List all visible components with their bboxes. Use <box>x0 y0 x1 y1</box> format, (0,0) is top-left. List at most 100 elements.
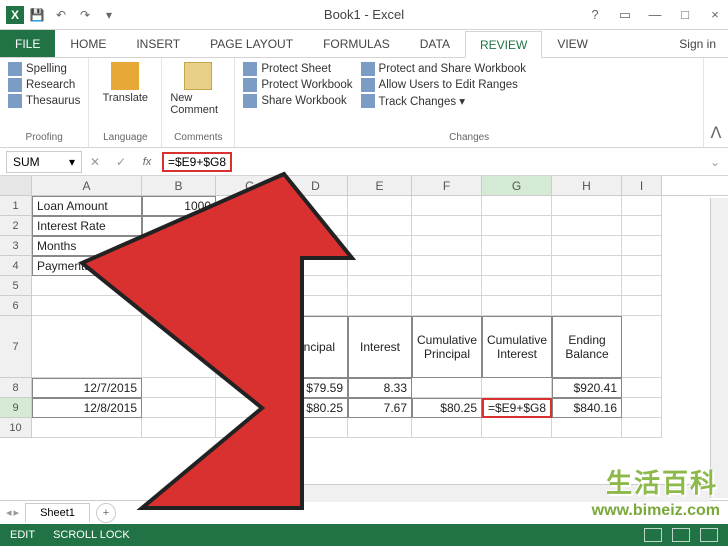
cell-H7[interactable]: Ending Balance <box>552 316 622 378</box>
sheet-nav[interactable]: ◂▸ <box>0 506 25 519</box>
page-layout-view-icon[interactable] <box>672 528 690 542</box>
cell-I1[interactable] <box>622 196 662 216</box>
cell-H9[interactable]: $840.16 <box>552 398 622 418</box>
cell-I8[interactable] <box>622 378 662 398</box>
cell-E7[interactable]: Interest <box>348 316 412 378</box>
cell-A6[interactable] <box>32 296 142 316</box>
cell-C10[interactable] <box>216 418 284 438</box>
cell-F2[interactable] <box>412 216 482 236</box>
cell-I10[interactable] <box>622 418 662 438</box>
cell-A8[interactable]: 12/7/2015 <box>32 378 142 398</box>
name-box[interactable]: SUM▾ <box>6 151 82 173</box>
cell-I7[interactable] <box>622 316 662 378</box>
formula-input[interactable]: =$E9+$G8 <box>162 152 232 172</box>
cell-F9[interactable]: $80.25 <box>412 398 482 418</box>
cell-C6[interactable] <box>216 296 284 316</box>
thesaurus-button[interactable]: Thesaurus <box>8 94 80 108</box>
cell-B9[interactable] <box>142 398 216 418</box>
cell-D9[interactable]: $80.25 <box>284 398 348 418</box>
row-header[interactable]: 8 <box>0 378 32 398</box>
cell-B1[interactable]: 1000 <box>142 196 216 216</box>
cell-E10[interactable] <box>348 418 412 438</box>
protect-workbook-button[interactable]: Protect Workbook <box>243 78 352 92</box>
cell-B2[interactable]: 10% <box>142 216 216 236</box>
cell-A4[interactable]: Payments <box>32 256 142 276</box>
vertical-scrollbar[interactable] <box>710 198 728 498</box>
row-header[interactable]: 2 <box>0 216 32 236</box>
cell-A7[interactable] <box>32 316 142 378</box>
tab-view[interactable]: VIEW <box>542 30 603 57</box>
cell-A3[interactable]: Months <box>32 236 142 256</box>
research-button[interactable]: Research <box>8 78 80 92</box>
cell-H8[interactable]: $920.41 <box>552 378 622 398</box>
minimize-icon[interactable]: — <box>642 4 668 26</box>
cell-B7[interactable] <box>142 316 216 378</box>
cell-D7[interactable]: rincipal <box>284 316 348 378</box>
cell-D3[interactable] <box>284 236 348 256</box>
row-header[interactable]: 5 <box>0 276 32 296</box>
cell-E9[interactable]: 7.67 <box>348 398 412 418</box>
protect-share-button[interactable]: Protect and Share Workbook <box>361 62 526 76</box>
cell-C7[interactable] <box>216 316 284 378</box>
col-header-C[interactable]: C <box>216 176 284 195</box>
tab-file[interactable]: FILE <box>0 30 55 57</box>
new-sheet-button[interactable]: + <box>96 503 116 523</box>
tab-review[interactable]: REVIEW <box>465 31 542 58</box>
cell-B5[interactable] <box>142 276 216 296</box>
cell-F6[interactable] <box>412 296 482 316</box>
cell-F8[interactable] <box>412 378 482 398</box>
cell-E3[interactable] <box>348 236 412 256</box>
save-icon[interactable]: 💾 <box>26 4 48 26</box>
cell-E5[interactable] <box>348 276 412 296</box>
cell-G9[interactable]: =$E9+$G8 <box>482 398 552 418</box>
maximize-icon[interactable]: □ <box>672 4 698 26</box>
cell-E1[interactable] <box>348 196 412 216</box>
cell-C2[interactable] <box>216 216 284 236</box>
col-header-G[interactable]: G <box>482 176 552 195</box>
cell-H3[interactable] <box>552 236 622 256</box>
row-header[interactable]: 1 <box>0 196 32 216</box>
cell-I6[interactable] <box>622 296 662 316</box>
cell-I3[interactable] <box>622 236 662 256</box>
row-header[interactable]: 10 <box>0 418 32 438</box>
cell-F3[interactable] <box>412 236 482 256</box>
cell-G1[interactable] <box>482 196 552 216</box>
row-header[interactable]: 3 <box>0 236 32 256</box>
cell-I9[interactable] <box>622 398 662 418</box>
col-header-A[interactable]: A <box>32 176 142 195</box>
cell-B10[interactable] <box>142 418 216 438</box>
cell-D1[interactable] <box>284 196 348 216</box>
cell-G6[interactable] <box>482 296 552 316</box>
cell-H2[interactable] <box>552 216 622 236</box>
cell-G3[interactable] <box>482 236 552 256</box>
cell-H4[interactable] <box>552 256 622 276</box>
cell-H6[interactable] <box>552 296 622 316</box>
cell-C8[interactable] <box>216 378 284 398</box>
row-header[interactable]: 7 <box>0 316 32 378</box>
qat-customize-icon[interactable]: ▾ <box>98 4 120 26</box>
cell-G7[interactable]: Cumulative Interest <box>482 316 552 378</box>
cell-G8[interactable] <box>482 378 552 398</box>
collapse-ribbon-icon[interactable]: ᐱ <box>704 58 728 147</box>
cell-F4[interactable] <box>412 256 482 276</box>
cell-B4[interactable] <box>142 256 216 276</box>
col-header-E[interactable]: E <box>348 176 412 195</box>
cell-E6[interactable] <box>348 296 412 316</box>
cell-D4[interactable] <box>284 256 348 276</box>
cell-B6[interactable] <box>142 296 216 316</box>
new-comment-button[interactable]: New Comment <box>170 62 226 116</box>
cell-C4[interactable] <box>216 256 284 276</box>
enter-icon[interactable]: ✓ <box>108 151 134 173</box>
cell-H5[interactable] <box>552 276 622 296</box>
cell-F7[interactable]: Cumulative Principal <box>412 316 482 378</box>
cell-F1[interactable] <box>412 196 482 216</box>
cell-D5[interactable] <box>284 276 348 296</box>
close-icon[interactable]: × <box>702 4 728 26</box>
cell-C1[interactable] <box>216 196 284 216</box>
track-changes-button[interactable]: Track Changes ▾ <box>361 94 526 108</box>
expand-formula-icon[interactable]: ⌄ <box>710 155 728 169</box>
cell-G4[interactable] <box>482 256 552 276</box>
cell-I2[interactable] <box>622 216 662 236</box>
protect-sheet-button[interactable]: Protect Sheet <box>243 62 352 76</box>
select-all-corner[interactable] <box>0 176 32 195</box>
